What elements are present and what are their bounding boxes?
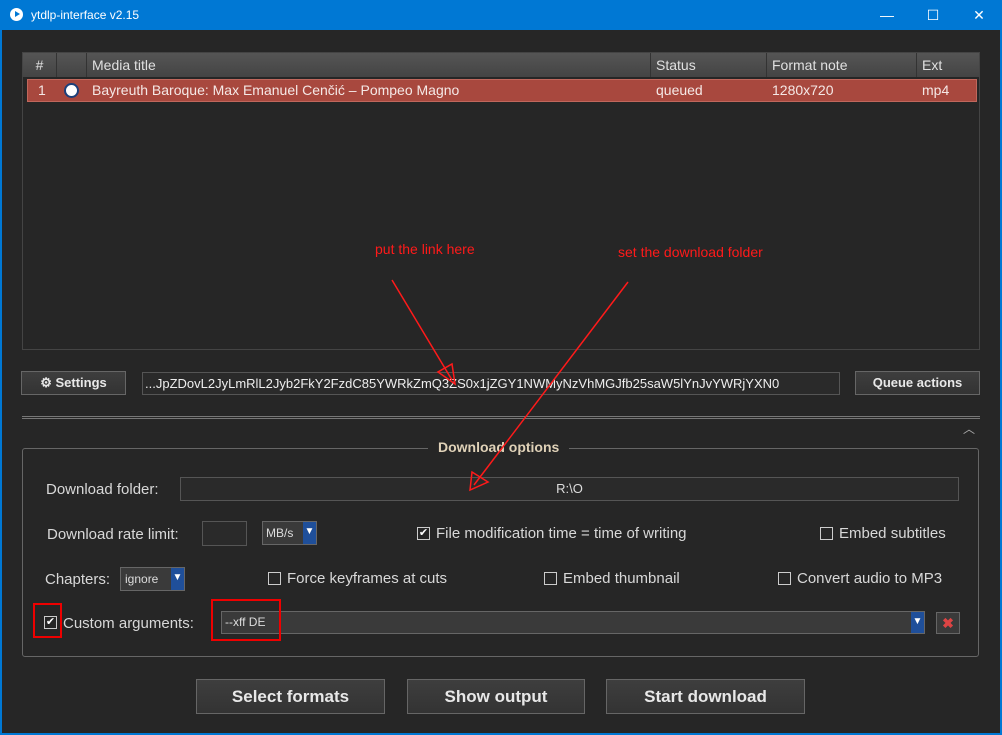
annotation-box-checkbox	[33, 603, 62, 638]
annotation-box-args	[211, 599, 281, 641]
arrowhead-url	[436, 362, 457, 386]
arrow-to-url	[391, 279, 453, 381]
arrow-to-folder	[473, 281, 629, 486]
arrowhead-folder	[469, 470, 490, 492]
annotation-arrows	[391, 279, 629, 492]
